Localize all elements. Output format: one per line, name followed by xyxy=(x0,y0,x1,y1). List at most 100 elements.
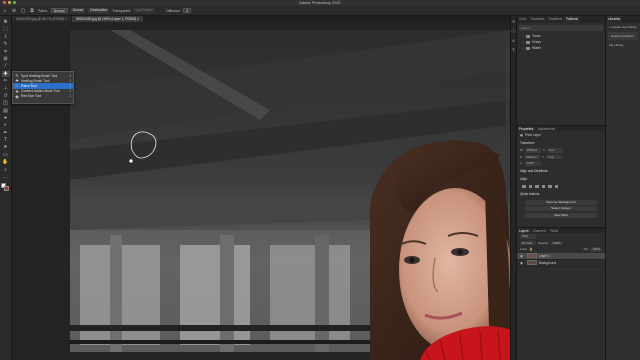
visibility-eye-icon[interactable]: ◉ xyxy=(520,254,525,258)
move-tool-icon[interactable]: ✥ xyxy=(2,19,10,25)
tab-color[interactable]: Color xyxy=(517,16,529,23)
clone-stamp-tool-icon[interactable]: ⊥ xyxy=(2,85,10,91)
blend-mode-select[interactable]: Normal xyxy=(520,240,536,245)
more-tools-icon[interactable]: … xyxy=(2,174,10,180)
new-selection-icon[interactable]: ▢ xyxy=(20,8,26,14)
eraser-tool-icon[interactable]: ◫ xyxy=(2,100,10,106)
transform-heading: Transform xyxy=(520,141,535,145)
tab-layers[interactable]: Layers xyxy=(517,227,531,234)
select-subject-button[interactable]: Select Subject xyxy=(525,206,597,211)
flyout-item-red-eye[interactable]: ◉ Red Eye Tool J xyxy=(13,94,73,99)
info-icon[interactable]: ⓘ xyxy=(512,28,516,34)
align-top-icon[interactable] xyxy=(541,184,545,188)
crop-tool-icon[interactable]: ⌗ xyxy=(2,49,10,55)
view-more-button[interactable]: View More xyxy=(525,212,597,218)
workspace xyxy=(12,22,510,360)
chevron-right-icon: › xyxy=(523,46,524,50)
frame-tool-icon[interactable]: ⊠ xyxy=(2,56,10,62)
character-icon[interactable]: A xyxy=(512,38,515,43)
document-canvas[interactable] xyxy=(70,30,510,360)
tab-adjustments[interactable]: Adjustments xyxy=(536,126,558,132)
destination-button[interactable]: Destination xyxy=(88,8,110,13)
healing-tool-icon[interactable]: ✚ xyxy=(1,70,10,77)
tab-channels[interactable]: Channels xyxy=(531,228,548,234)
patch-tool-preset-icon[interactable]: ⊘ xyxy=(11,8,17,14)
red-eye-icon: ◉ xyxy=(15,93,19,99)
history-brush-tool-icon[interactable]: ↺ xyxy=(2,93,10,99)
shortcut-key: J xyxy=(69,94,71,99)
type-tool-icon[interactable]: T xyxy=(2,137,10,143)
align-middle-icon[interactable] xyxy=(548,184,552,188)
kind-filter-select[interactable]: Kind xyxy=(520,234,536,239)
pen-tool-icon[interactable]: ✒ xyxy=(2,130,10,136)
patch-mode-select[interactable]: Normal xyxy=(50,8,68,13)
chevron-right-icon: › xyxy=(523,34,524,38)
create-library-button[interactable]: + Create new library xyxy=(606,23,640,31)
photoshop-window: Adobe Photoshop 2021 ⌂ ⊘ ▢ ⧉ Patch: Norm… xyxy=(0,0,640,360)
tab-patterns[interactable]: Patterns xyxy=(564,16,581,23)
align-center-icon[interactable] xyxy=(528,184,532,188)
background-color[interactable] xyxy=(4,186,9,192)
x-field[interactable]: 0 px xyxy=(546,148,563,153)
lock-icon[interactable]: 🔒 xyxy=(529,247,533,251)
align-heading: Align and Distribute xyxy=(520,168,548,173)
folder-icon xyxy=(526,40,530,44)
dodge-tool-icon[interactable]: ◐ xyxy=(2,122,10,128)
layer-row-background[interactable]: ◉ Background xyxy=(517,260,605,267)
layer-row-layer1[interactable]: ◉ Layer 1 xyxy=(517,252,605,260)
home-icon[interactable]: ⌂ xyxy=(2,8,8,14)
tab-paths[interactable]: Paths xyxy=(548,228,560,234)
quick-select-tool-icon[interactable]: ✎ xyxy=(2,41,10,47)
tab-swatches[interactable]: Swatches xyxy=(529,16,547,23)
gradient-tool-icon[interactable]: ▤ xyxy=(2,108,10,114)
marquee-tool-icon[interactable]: ⬚ xyxy=(2,26,10,32)
shape-tool-icon[interactable]: ▭ xyxy=(2,152,10,158)
shortcut-key: J xyxy=(69,73,71,78)
align-right-icon[interactable] xyxy=(535,184,539,188)
layer-kind-row: ▦ Pixel Layer xyxy=(517,131,605,139)
y-field[interactable]: 0 px xyxy=(546,154,563,159)
opacity-field[interactable]: 100% xyxy=(551,240,563,245)
tab-properties[interactable]: Properties xyxy=(517,125,536,132)
source-button[interactable]: Source xyxy=(70,8,86,13)
swatches-panel-tabs: Color Swatches Gradients Patterns xyxy=(517,16,605,23)
flyout-label: Red Eye Tool xyxy=(21,94,42,99)
history-icon[interactable]: ⟲ xyxy=(512,19,515,24)
width-field[interactable]: 3780 px xyxy=(524,148,541,153)
libraries-tab: Libraries xyxy=(606,16,640,23)
tab-libraries[interactable]: Libraries xyxy=(606,16,623,23)
fill-field[interactable]: 100% xyxy=(590,247,602,252)
brush-tool-icon[interactable]: ✏ xyxy=(2,78,10,84)
layer-kind: Pixel Layer xyxy=(525,133,541,137)
remove-background-button[interactable]: Remove Background xyxy=(525,199,597,205)
transparent-checkbox[interactable]: Transparent xyxy=(112,9,130,13)
tab-gradients[interactable]: Gradients xyxy=(546,16,564,23)
photo xyxy=(70,30,510,360)
visibility-eye-icon[interactable]: ◉ xyxy=(520,261,525,265)
shortcut-key: J xyxy=(69,83,71,88)
library-item[interactable]: My Library xyxy=(606,41,640,49)
blur-tool-icon[interactable]: ● xyxy=(2,115,10,121)
patterns-search-input[interactable]: Search xyxy=(519,25,603,31)
height-field[interactable]: 2400 px xyxy=(524,154,541,159)
group-label: Trees xyxy=(532,34,541,38)
layer-thumbnail xyxy=(527,260,537,265)
align-left-icon[interactable] xyxy=(522,184,526,188)
eyedropper-tool-icon[interactable]: ⁄ xyxy=(2,63,10,69)
library-search-input[interactable]: Search Libraries xyxy=(608,32,638,40)
paragraph-icon[interactable]: ¶ xyxy=(512,47,514,52)
quick-actions-heading: Quick Actions xyxy=(520,192,540,196)
angle-field[interactable]: 0.00° xyxy=(524,161,541,166)
vertical-scrollbar[interactable] xyxy=(506,42,509,202)
diffusion-select[interactable]: 5 xyxy=(183,8,192,13)
path-select-tool-icon[interactable]: ➤ xyxy=(2,144,10,150)
libraries-panel: Libraries + Create new library Search Li… xyxy=(605,16,640,360)
zoom-tool-icon[interactable]: ⌕ xyxy=(2,167,10,173)
hand-tool-icon[interactable]: ✋ xyxy=(2,159,10,165)
lasso-tool-icon[interactable]: ℓ xyxy=(2,34,10,40)
color-swatches[interactable] xyxy=(1,183,10,192)
add-selection-icon[interactable]: ⧉ xyxy=(29,8,35,14)
healing-tools-flyout: ✎ Spot Healing Brush Tool J ✚ Healing Br… xyxy=(12,71,74,104)
use-pattern-button[interactable]: Use Pattern xyxy=(133,8,156,13)
align-bottom-icon[interactable] xyxy=(554,184,558,188)
